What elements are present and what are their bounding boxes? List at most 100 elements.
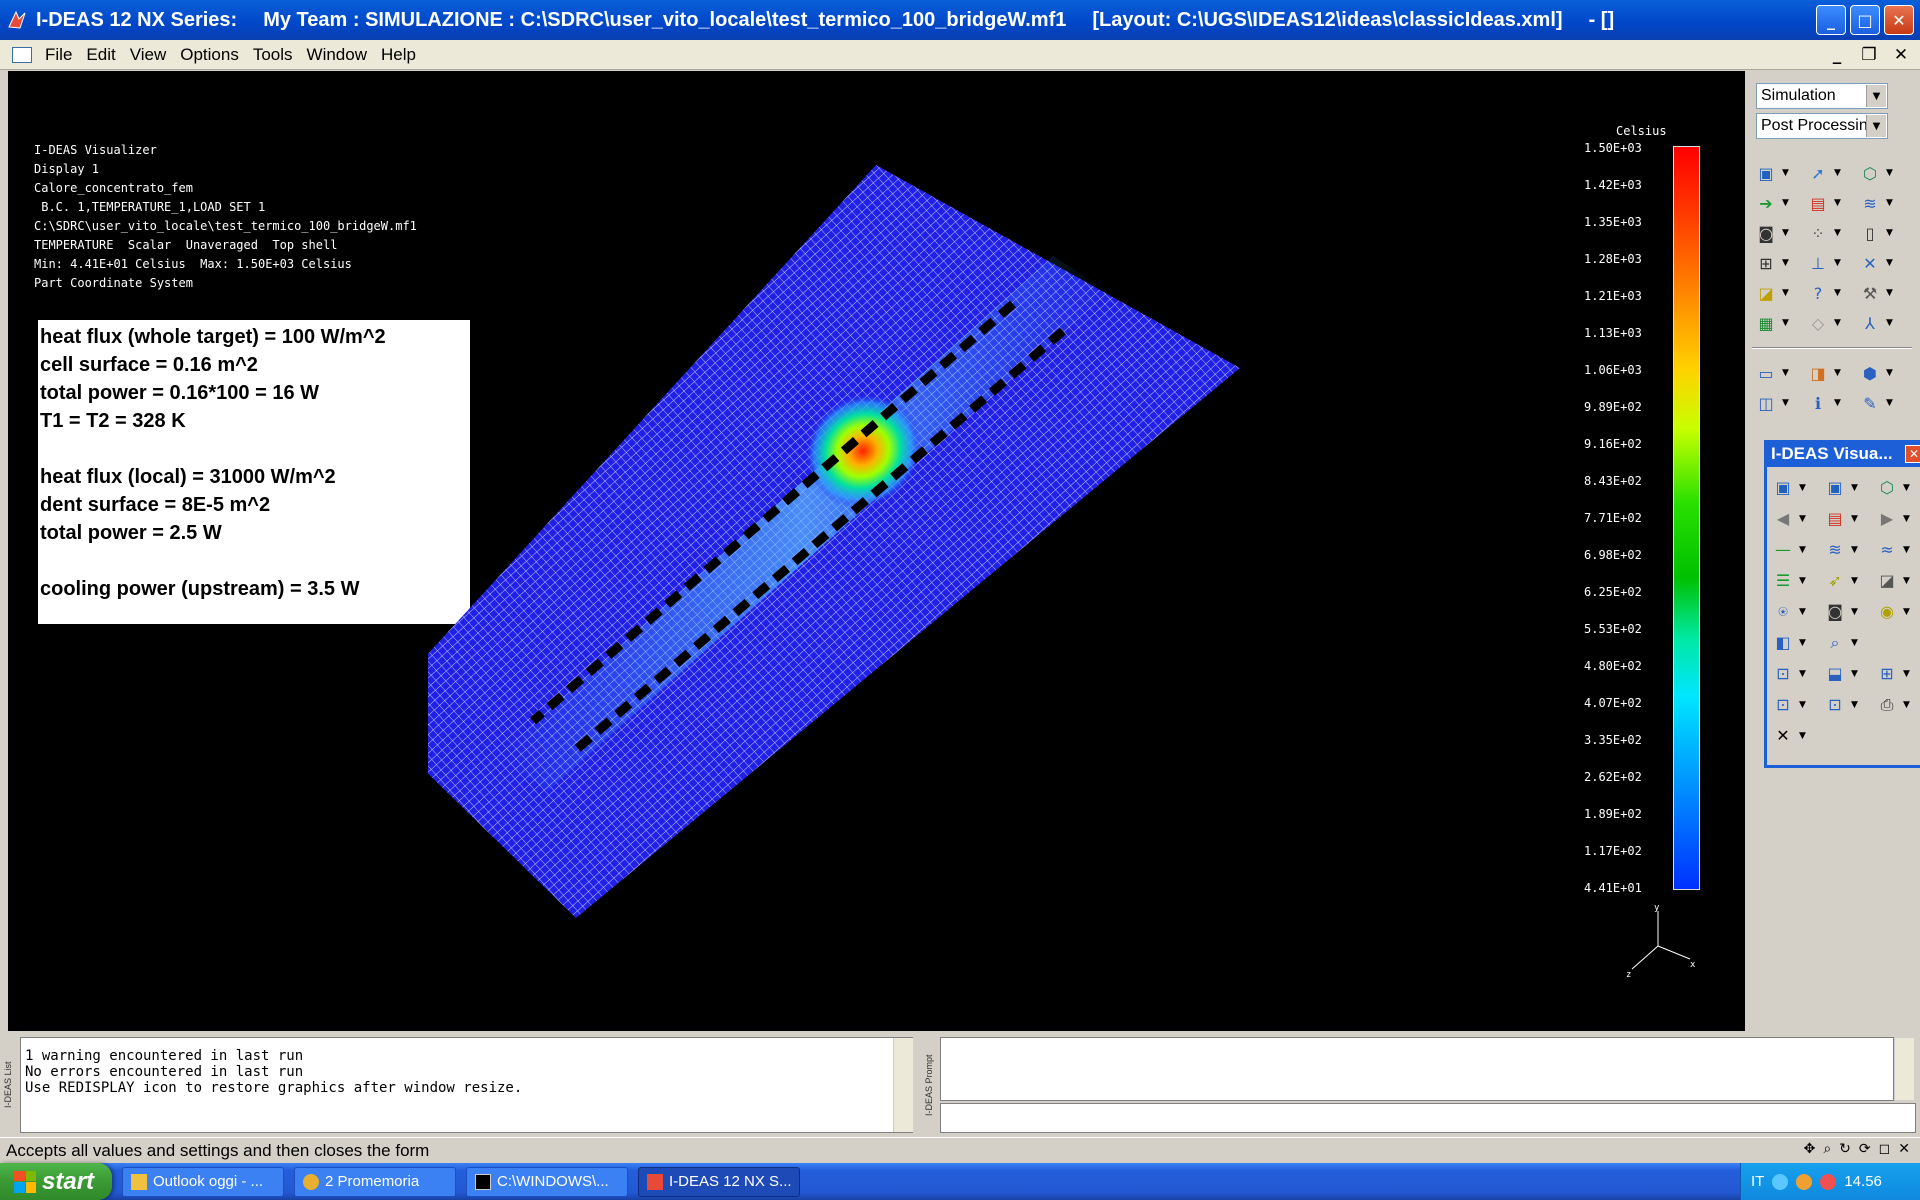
close-button[interactable]: ✕	[1884, 5, 1914, 35]
window-icon[interactable]: ◫ ▼	[1754, 389, 1806, 417]
maximize-button[interactable]: □	[1850, 5, 1880, 35]
deform-icon[interactable]: ≋ ▼	[1858, 189, 1910, 217]
graphics-window[interactable]: I-DEAS Visualizer Display 1 Calore_concent…	[8, 71, 1745, 1031]
contour-icon[interactable]: ▤ ▼	[1823, 506, 1875, 531]
menu-help[interactable]: Help	[374, 45, 423, 65]
box-icon[interactable]: ⬢ ▼	[1858, 359, 1910, 387]
surface-icon[interactable]: ≋ ▼	[1823, 537, 1875, 562]
prompt-input[interactable]	[940, 1103, 1916, 1133]
menu-options[interactable]: Options	[173, 45, 246, 65]
globe-icon[interactable]: ◉ ▼	[1875, 599, 1920, 624]
model-icon[interactable]: ⬡ ▼	[1858, 159, 1910, 187]
view-z-icon[interactable]: ⊡ ▼	[1771, 661, 1823, 686]
arrow-icon[interactable]: ➔ ▼	[1754, 189, 1806, 217]
close-icon[interactable]: ✕	[1898, 1141, 1910, 1157]
title-suffix: - []	[1588, 8, 1615, 31]
isometric-icon[interactable]: ⬓ ▼	[1823, 661, 1875, 686]
refresh-icon[interactable]: ⟳	[1859, 1141, 1871, 1157]
rotate-icon[interactable]: ↻	[1839, 1141, 1851, 1157]
display-icon[interactable]: ▣ ▼	[1754, 159, 1806, 187]
results-icon[interactable]: ➚ ▼	[1806, 159, 1858, 187]
axis-icon[interactable]: ⊥ ▼	[1806, 249, 1858, 277]
subtask-select[interactable]: Post Processing ▼	[1756, 113, 1888, 139]
menu-edit[interactable]: Edit	[79, 45, 122, 65]
note-spacer	[40, 547, 468, 575]
toolbox-title-bar[interactable]: I-DEAS Visua... ✕	[1767, 443, 1920, 467]
list-scrollbar[interactable]	[893, 1038, 913, 1132]
info-icon[interactable]: ℹ ▼	[1806, 389, 1858, 417]
chart-icon[interactable]: ◪ ▼	[1875, 568, 1920, 593]
tools-icon[interactable]: ⚒ ▼	[1858, 279, 1910, 307]
xy-icon[interactable]: ✕ ▼	[1858, 249, 1910, 277]
mesh-icon[interactable]: ◪ ▼	[1754, 279, 1806, 307]
layers-icon[interactable]: ☰ ▼	[1771, 568, 1823, 593]
triad-z-label: z	[1626, 970, 1631, 980]
language-indicator[interactable]: IT	[1751, 1173, 1764, 1190]
close-icon[interactable]: ✕	[1905, 445, 1920, 463]
visualizer-info: I-DEAS Visualizer Display 1 Calore_concent…	[34, 141, 417, 293]
coords-icon[interactable]: ⅄ ▼	[1858, 309, 1910, 337]
document-icon[interactable]	[12, 46, 32, 63]
start-button[interactable]: start	[0, 1163, 112, 1200]
mdi-restore-button[interactable]: ❐	[1858, 44, 1880, 66]
menu-window[interactable]: Window	[300, 45, 374, 65]
menu-tools[interactable]: Tools	[246, 45, 300, 65]
view-x-icon[interactable]: ⊡ ▼	[1823, 692, 1875, 717]
camera-icon[interactable]: ◙ ▼	[1754, 219, 1806, 247]
line-icon[interactable]: — ▼	[1771, 537, 1823, 562]
zoom-icon[interactable]: ⌕ ▼	[1823, 630, 1875, 655]
taskbar-button-cmd[interactable]: C:\WINDOWS\...	[466, 1166, 628, 1197]
nodes-icon[interactable]: ⁘ ▼	[1806, 219, 1858, 247]
list-panel[interactable]: 1 warning encountered in last run No erro…	[20, 1037, 913, 1133]
model-icon[interactable]: ⬡ ▼	[1875, 475, 1920, 500]
probe-icon[interactable]: ⍟ ▼	[1771, 599, 1823, 624]
results-icon[interactable]: ▣ ▼	[1823, 475, 1875, 500]
menu-view[interactable]: View	[123, 45, 174, 65]
pan-icon[interactable]: ✥	[1804, 1141, 1816, 1157]
prompt-panel[interactable]	[940, 1037, 1894, 1101]
next-icon[interactable]: ▶ ▼	[1875, 506, 1920, 531]
zoom-icon[interactable]: ⌕	[1823, 1141, 1831, 1157]
info-line: Min: 4.41E+01 Celsius Max: 1.50E+03 Cels…	[34, 257, 352, 271]
taskbar-button-ideas[interactable]: I-DEAS 12 NX S...	[638, 1166, 800, 1197]
edit-icon[interactable]: ✎ ▼	[1858, 389, 1910, 417]
query-icon[interactable]: ? ▼	[1806, 279, 1858, 307]
mdi-close-button[interactable]: ✕	[1890, 44, 1912, 66]
layout-icon[interactable]: ⊞ ▼	[1875, 661, 1920, 686]
previous-icon[interactable]: ◀ ▼	[1771, 506, 1823, 531]
material-icon[interactable]: ◇ ▼	[1806, 309, 1858, 337]
info-line: TEMPERATURE Scalar Unaveraged Top shell	[34, 238, 338, 252]
print-icon[interactable]: ⎙ ▼	[1875, 692, 1920, 717]
alert-icon[interactable]	[1820, 1173, 1837, 1190]
taskbar-button-reminders[interactable]: 2 Promemoria	[294, 1166, 456, 1197]
animate-icon[interactable]: ➶ ▼	[1823, 568, 1875, 593]
view-icon[interactable]: ◧ ▼	[1771, 630, 1823, 655]
mdi-minimize-button[interactable]: _	[1826, 44, 1848, 66]
report-icon[interactable]: ▯ ▼	[1858, 219, 1910, 247]
camera-icon[interactable]: ◙ ▼	[1823, 599, 1875, 624]
cancel-icon[interactable]: ✕ ▼	[1771, 723, 1823, 748]
grid-icon[interactable]: ▦ ▼	[1754, 309, 1806, 337]
legend-tick: 1.89E+02	[1584, 807, 1642, 821]
display-icon[interactable]: ▣ ▼	[1771, 475, 1823, 500]
prompt-scrollbar[interactable]	[1894, 1038, 1914, 1100]
taskbar-button-outlook[interactable]: Outlook oggi - ...	[122, 1166, 284, 1197]
prompt-panel-label: I-DEAS Prompt	[924, 1054, 934, 1116]
menu-file[interactable]: File	[38, 45, 79, 65]
chevron-down-icon[interactable]: ▼	[1866, 115, 1886, 137]
view-y-icon[interactable]: ⊡ ▼	[1771, 692, 1823, 717]
legend-tick: 1.50E+03	[1584, 141, 1642, 155]
chevron-down-icon[interactable]: ▼	[1866, 85, 1886, 107]
fem-temperature-plot[interactable]	[428, 161, 1328, 961]
fit-icon[interactable]: ◻	[1879, 1141, 1891, 1157]
screen-icon[interactable]: ▭ ▼	[1754, 359, 1806, 387]
security-icon[interactable]	[1796, 1173, 1813, 1190]
network-icon[interactable]	[1772, 1173, 1789, 1190]
shapes-icon[interactable]: ◨ ▼	[1806, 359, 1858, 387]
task-select[interactable]: Simulation ▼	[1756, 83, 1888, 109]
elements-icon[interactable]: ⊞ ▼	[1754, 249, 1806, 277]
deform-icon[interactable]: ≈ ▼	[1875, 537, 1920, 562]
minimize-button[interactable]: _	[1816, 5, 1846, 35]
task-select-value: Simulation	[1761, 87, 1836, 104]
contour-icon[interactable]: ▤ ▼	[1806, 189, 1858, 217]
